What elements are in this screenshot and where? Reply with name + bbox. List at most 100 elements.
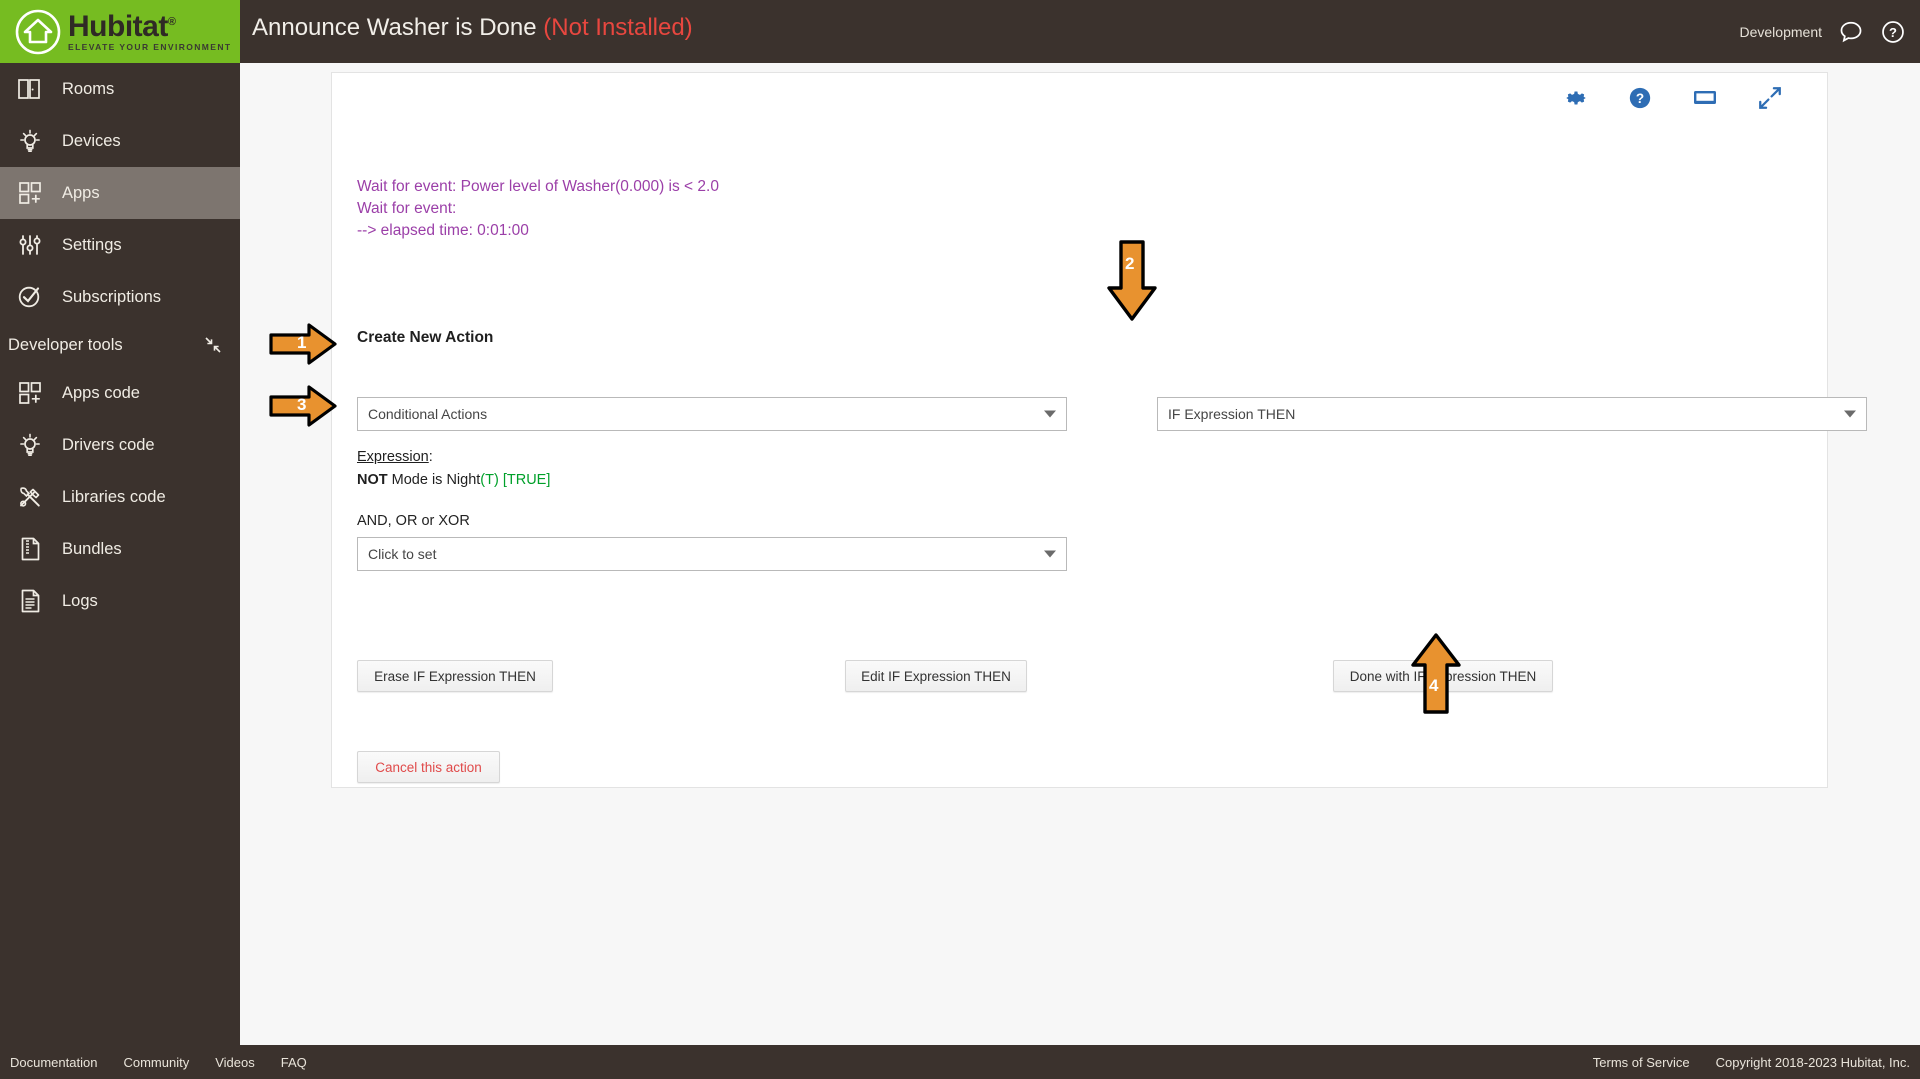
sidebar-item-label: Rooms [62, 79, 115, 98]
svg-text:?: ? [1889, 24, 1897, 39]
sidebar-item-bundles[interactable]: Bundles [0, 523, 240, 575]
chat-bubble-icon[interactable] [1838, 19, 1864, 45]
page-title-text: Announce Washer is Done [252, 14, 537, 41]
gear-icon[interactable] [1563, 85, 1589, 111]
sidebar-item-label: Apps [62, 183, 100, 202]
install-status-badge: (Not Installed) [543, 14, 693, 41]
main-content: ? Wait for event: Power level of Washer(… [240, 63, 1920, 1045]
sidebar-item-label: Settings [62, 235, 122, 254]
chevron-down-icon [1044, 550, 1056, 558]
sidebar-item-label: Libraries code [62, 487, 166, 506]
chevron-down-icon [1044, 410, 1056, 418]
expression-label-colon: : [428, 449, 433, 465]
action-type-select[interactable]: Conditional Actions [357, 397, 1067, 431]
action-type-select-value: Conditional Actions [368, 406, 488, 422]
sidebar-item-devices[interactable]: Devices [0, 115, 240, 167]
footer: Documentation Community Videos FAQ Terms… [0, 1045, 1920, 1079]
footer-legal: Terms of Service Copyright 2018-2023 Hub… [1593, 1045, 1910, 1079]
logic-operator-select-value: Click to set [368, 546, 437, 562]
sliders-icon [19, 235, 41, 255]
conditional-action-select-value: IF Expression THEN [1168, 406, 1296, 422]
footer-link-community[interactable]: Community [123, 1055, 189, 1070]
footer-links: Documentation Community Videos FAQ [10, 1045, 307, 1079]
annotation-marker-2: 2 [1106, 240, 1158, 322]
page-root: Hubitat® ELEVATE YOUR ENVIRONMENT Announ… [0, 0, 1920, 1079]
document-lines-icon [21, 589, 40, 613]
chevron-down-icon [1844, 410, 1856, 418]
help-circle-icon[interactable]: ? [1627, 85, 1653, 111]
edit-if-expression-button[interactable]: Edit IF Expression THEN [845, 660, 1027, 692]
top-bar-right: Development ? [1740, 0, 1907, 63]
erase-if-expression-button[interactable]: Erase IF Expression THEN [357, 660, 553, 692]
sidebar-item-settings[interactable]: Settings [0, 219, 240, 271]
expression-not: NOT [357, 472, 388, 488]
sidebar-item-logs[interactable]: Logs [0, 575, 240, 627]
footer-link-terms-of-service[interactable]: Terms of Service [1593, 1055, 1690, 1070]
annotation-number: 3 [297, 395, 307, 414]
annotation-number: 4 [1429, 676, 1439, 695]
expression-body: Mode is Night [387, 472, 481, 488]
logic-operator-label: AND, OR or XOR [357, 513, 470, 529]
cancel-this-action-button[interactable]: Cancel this action [357, 751, 500, 783]
sidebar-section-label: Developer tools [8, 335, 123, 354]
apps-grid-icon [19, 382, 41, 404]
card-toolbar: ? [1563, 85, 1783, 111]
tools-icon [20, 487, 40, 507]
footer-link-faq[interactable]: FAQ [281, 1055, 307, 1070]
action-editor-card: ? Wait for event: Power level of Washer(… [331, 72, 1867, 788]
hubitat-house-icon [15, 9, 61, 54]
footer-link-videos[interactable]: Videos [215, 1055, 255, 1070]
environment-label: Development [1739, 23, 1823, 40]
conditional-action-select[interactable]: IF Expression THEN [1157, 397, 1867, 431]
sidebar-item-subscriptions[interactable]: Subscriptions [0, 271, 240, 323]
sidebar-item-drivers-code[interactable]: Drivers code [0, 419, 240, 471]
expand-icon[interactable] [1757, 85, 1783, 111]
sidebar-item-libraries-code[interactable]: Libraries code [0, 471, 240, 523]
sidebar-item-label: Bundles [62, 539, 122, 558]
arrow-up-icon [1411, 633, 1461, 714]
hubitat-logo[interactable]: Hubitat® ELEVATE YOUR ENVIRONMENT [0, 0, 240, 63]
sidebar-item-apps[interactable]: Apps [0, 167, 240, 219]
expression-value: NOT Mode is Night(T) [TRUE] [357, 472, 550, 488]
annotation-number: 2 [1125, 254, 1135, 273]
sidebar-item-apps-code[interactable]: Apps code [0, 367, 240, 419]
sidebar-item-rooms[interactable]: Rooms [0, 63, 240, 115]
apps-grid-icon [19, 182, 41, 204]
sidebar: Rooms Devices Apps Settings Subscription… [0, 63, 240, 1079]
brand-tagline: ELEVATE YOUR ENVIRONMENT [68, 41, 232, 52]
annotation-marker-1: 1 [269, 323, 337, 365]
logic-operator-select[interactable]: Click to set [357, 537, 1067, 571]
footer-copyright: Copyright 2018-2023 Hubitat, Inc. [1715, 1054, 1910, 1070]
expression-truth-value: [TRUE] [498, 472, 551, 488]
devices-bulb-icon [20, 433, 40, 456]
top-bar: Hubitat® ELEVATE YOUR ENVIRONMENT Announ… [0, 0, 1920, 63]
brand-name: Hubitat [68, 9, 168, 43]
footer-link-documentation[interactable]: Documentation [10, 1055, 97, 1070]
annotation-marker-4: 4 [1410, 632, 1462, 714]
sidebar-item-label: Drivers code [62, 435, 155, 454]
create-new-action-heading: Create New Action [357, 329, 494, 346]
sidebar-section-developer-tools: Developer tools [0, 323, 240, 367]
expression-truth-flag: (T) [480, 472, 499, 488]
zip-file-icon [21, 537, 40, 561]
log-line: --> elapsed time: 0:01:00 [357, 222, 529, 239]
sidebar-item-label: Logs [62, 591, 98, 610]
question-circle-icon[interactable]: ? [1880, 19, 1906, 45]
log-line: Wait for event: [357, 200, 457, 217]
display-icon[interactable] [1691, 85, 1719, 111]
rooms-icon [18, 79, 40, 99]
page-title: Announce Washer is Done (Not Installed) [252, 14, 693, 42]
sidebar-item-label: Devices [62, 131, 121, 150]
collapse-arrows-icon[interactable] [204, 336, 222, 354]
check-circle-icon [18, 286, 40, 308]
brand-registered-mark: ® [167, 15, 176, 28]
annotation-marker-3: 3 [269, 385, 337, 427]
sidebar-item-label: Apps code [62, 383, 140, 402]
annotation-number: 1 [297, 333, 307, 352]
svg-text:?: ? [1636, 91, 1644, 106]
devices-bulb-icon [20, 129, 40, 152]
wait-event-log: Wait for event: Power level of Washer(0.… [357, 176, 719, 242]
arrow-down-icon [1107, 240, 1157, 321]
sidebar-item-label: Subscriptions [62, 287, 162, 306]
expression-label-text: Expression [357, 449, 429, 465]
